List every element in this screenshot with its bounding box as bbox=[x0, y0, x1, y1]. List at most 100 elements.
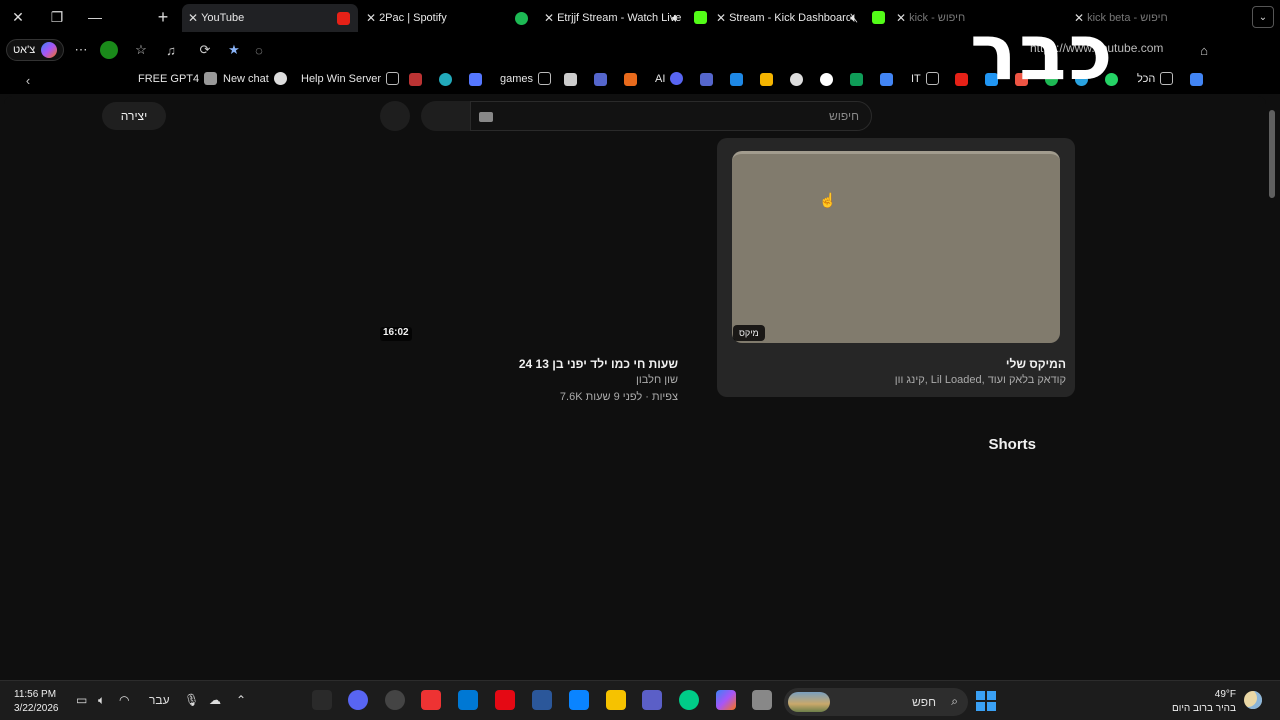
folder-icon bbox=[386, 72, 400, 85]
copilot-icon bbox=[41, 42, 58, 58]
app-teams-icon[interactable] bbox=[642, 690, 662, 710]
bookmark-purple-icon[interactable] bbox=[700, 73, 713, 86]
video-title[interactable]: 24 שעות חי כמו ילד יפני בן 13 bbox=[519, 357, 678, 371]
search-submit-button[interactable] bbox=[421, 101, 471, 131]
bookmark-purple-icon[interactable] bbox=[594, 73, 607, 86]
mix-title[interactable]: המיקס שלי bbox=[1006, 357, 1066, 371]
bookmark-blue-icon[interactable] bbox=[469, 73, 482, 86]
weather-description: בהיר ברוב היום bbox=[1171, 703, 1236, 714]
clock-time: 11:56 PM bbox=[14, 689, 57, 700]
bookmark-games[interactable]: games bbox=[500, 72, 552, 85]
azure-icon[interactable] bbox=[730, 73, 743, 86]
tab-kick-dashboard[interactable]: ✕ Stream - Kick Dashboard bbox=[710, 4, 850, 32]
wifi-icon[interactable]: ◠ bbox=[119, 693, 129, 707]
profile-chat-button[interactable]: צ'אט bbox=[6, 39, 65, 61]
hand-cursor-icon: ☝ bbox=[819, 192, 837, 208]
app-terminal-icon[interactable] bbox=[312, 690, 332, 710]
shorts-heading: Shorts bbox=[988, 436, 1036, 453]
mute-icon[interactable]: 🔇︎ bbox=[850, 4, 870, 32]
app-copilot-icon[interactable] bbox=[716, 690, 736, 710]
create-button[interactable]: יצירה bbox=[102, 102, 166, 130]
search-placeholder: חיפוש bbox=[829, 109, 859, 123]
close-window-icon[interactable]: ✕ bbox=[7, 6, 29, 28]
clock[interactable]: 11:56 PM 3/22/2026 bbox=[14, 688, 59, 716]
minimize-icon[interactable]: — bbox=[84, 6, 106, 28]
scrollbar[interactable] bbox=[1266, 96, 1280, 676]
back-icon[interactable]: ‹ bbox=[20, 72, 36, 88]
docs-icon[interactable] bbox=[880, 73, 893, 86]
kick-favicon-icon bbox=[694, 11, 707, 24]
youtube-page bbox=[4, 96, 1266, 676]
youtube-favicon-icon bbox=[337, 11, 350, 25]
app-store-icon[interactable] bbox=[569, 690, 589, 710]
mic-icon[interactable]: 🎙︎ bbox=[184, 693, 199, 707]
weather-widget[interactable]: 49°F בהיר ברוב היום bbox=[1172, 688, 1236, 716]
mix-badge: מיקס bbox=[733, 325, 765, 341]
speaker-icon[interactable]: 🔈︎ bbox=[672, 4, 692, 32]
folder-icon bbox=[538, 72, 552, 85]
taskbar-search[interactable]: חפש ⌕ bbox=[784, 688, 968, 716]
extensions-icon[interactable]: ⟳ bbox=[197, 42, 213, 58]
video-duration-badge: 16:02 bbox=[380, 327, 412, 341]
gpt-icon bbox=[204, 72, 218, 85]
battery-icon[interactable]: ▭ bbox=[76, 693, 87, 707]
close-tab-icon[interactable]: ✕ bbox=[188, 11, 198, 25]
volume-icon[interactable]: 🔈︎ bbox=[98, 693, 105, 708]
new-tab-plus-icon[interactable]: + bbox=[152, 6, 174, 28]
bookmark-ai[interactable]: AI bbox=[655, 72, 684, 85]
drive-icon[interactable] bbox=[850, 73, 863, 86]
extension-green-icon[interactable] bbox=[100, 41, 118, 59]
search-icon: ⌕ bbox=[951, 694, 958, 708]
close-tab-icon[interactable]: ✕ bbox=[896, 11, 906, 25]
close-tab-icon[interactable]: ✕ bbox=[366, 11, 376, 25]
youtube-icon[interactable] bbox=[955, 73, 968, 86]
bookmark-new-chat[interactable]: New chat bbox=[223, 72, 287, 85]
scrollbar-thumb[interactable] bbox=[1269, 110, 1275, 198]
restore-icon[interactable]: ❐ bbox=[46, 6, 68, 28]
app-word-icon[interactable] bbox=[458, 690, 478, 710]
search-highlight-image bbox=[788, 692, 830, 712]
bookmark-yellow-icon[interactable] bbox=[760, 73, 773, 86]
language-indicator[interactable]: עבר bbox=[149, 693, 170, 707]
favorites-icon[interactable]: ☆ bbox=[133, 42, 149, 58]
collections-icon[interactable]: ♫ bbox=[163, 42, 179, 58]
app-explorer-icon[interactable] bbox=[606, 690, 626, 710]
tab-spotify[interactable]: ✕ 2Pac | Spotify bbox=[360, 4, 532, 32]
onedrive-icon[interactable]: ☁ bbox=[209, 693, 221, 707]
google-icon[interactable] bbox=[820, 73, 833, 86]
bookmark-help-win-server[interactable]: Help Win Server bbox=[301, 72, 400, 85]
bookmark-it[interactable]: IT bbox=[911, 72, 939, 85]
bookmark-red-icon[interactable] bbox=[409, 73, 422, 86]
bookmark-teal-icon[interactable] bbox=[439, 73, 452, 86]
windows-start-icon[interactable] bbox=[976, 691, 996, 711]
bookmark-free-gpt4[interactable]: FREE GPT4 bbox=[138, 72, 218, 85]
openai-icon[interactable] bbox=[790, 73, 803, 86]
folder-icon bbox=[925, 72, 939, 85]
mic-icon[interactable] bbox=[380, 101, 410, 131]
mix-thumbnail[interactable] bbox=[732, 151, 1060, 343]
weather-temperature: 49°F bbox=[1214, 689, 1236, 700]
app-netflix-icon[interactable] bbox=[495, 690, 515, 710]
video-channel[interactable]: שון חלבון bbox=[636, 374, 678, 386]
chevron-up-icon[interactable]: ⌃ bbox=[236, 693, 246, 707]
search-input[interactable]: חיפוש bbox=[470, 101, 872, 131]
more-icon[interactable]: ⋯ bbox=[73, 42, 89, 58]
app-discord-icon[interactable] bbox=[348, 690, 368, 710]
close-tab-icon[interactable]: ✕ bbox=[544, 11, 554, 25]
app-snip-icon[interactable] bbox=[421, 690, 441, 710]
app-edge-icon[interactable] bbox=[679, 690, 699, 710]
app-taskview-icon[interactable] bbox=[752, 690, 772, 710]
openai-icon bbox=[273, 72, 287, 85]
app-remote-icon[interactable] bbox=[532, 690, 552, 710]
app-obs-icon[interactable] bbox=[385, 690, 405, 710]
close-tab-icon[interactable]: ✕ bbox=[716, 11, 726, 25]
video-meta: 7.6K צפיות · לפני 9 שעות bbox=[559, 391, 678, 403]
bookmark-gray-icon[interactable] bbox=[564, 73, 577, 86]
star-icon[interactable]: ★ bbox=[226, 42, 242, 58]
discord-icon bbox=[670, 72, 684, 85]
chat-icon[interactable]: ◌ bbox=[251, 42, 267, 58]
bookmark-orange-icon[interactable] bbox=[624, 73, 637, 86]
weather-moon-icon bbox=[1244, 691, 1262, 709]
tab-youtube[interactable]: ✕ YouTube bbox=[182, 4, 358, 32]
keyboard-icon[interactable] bbox=[479, 112, 493, 122]
